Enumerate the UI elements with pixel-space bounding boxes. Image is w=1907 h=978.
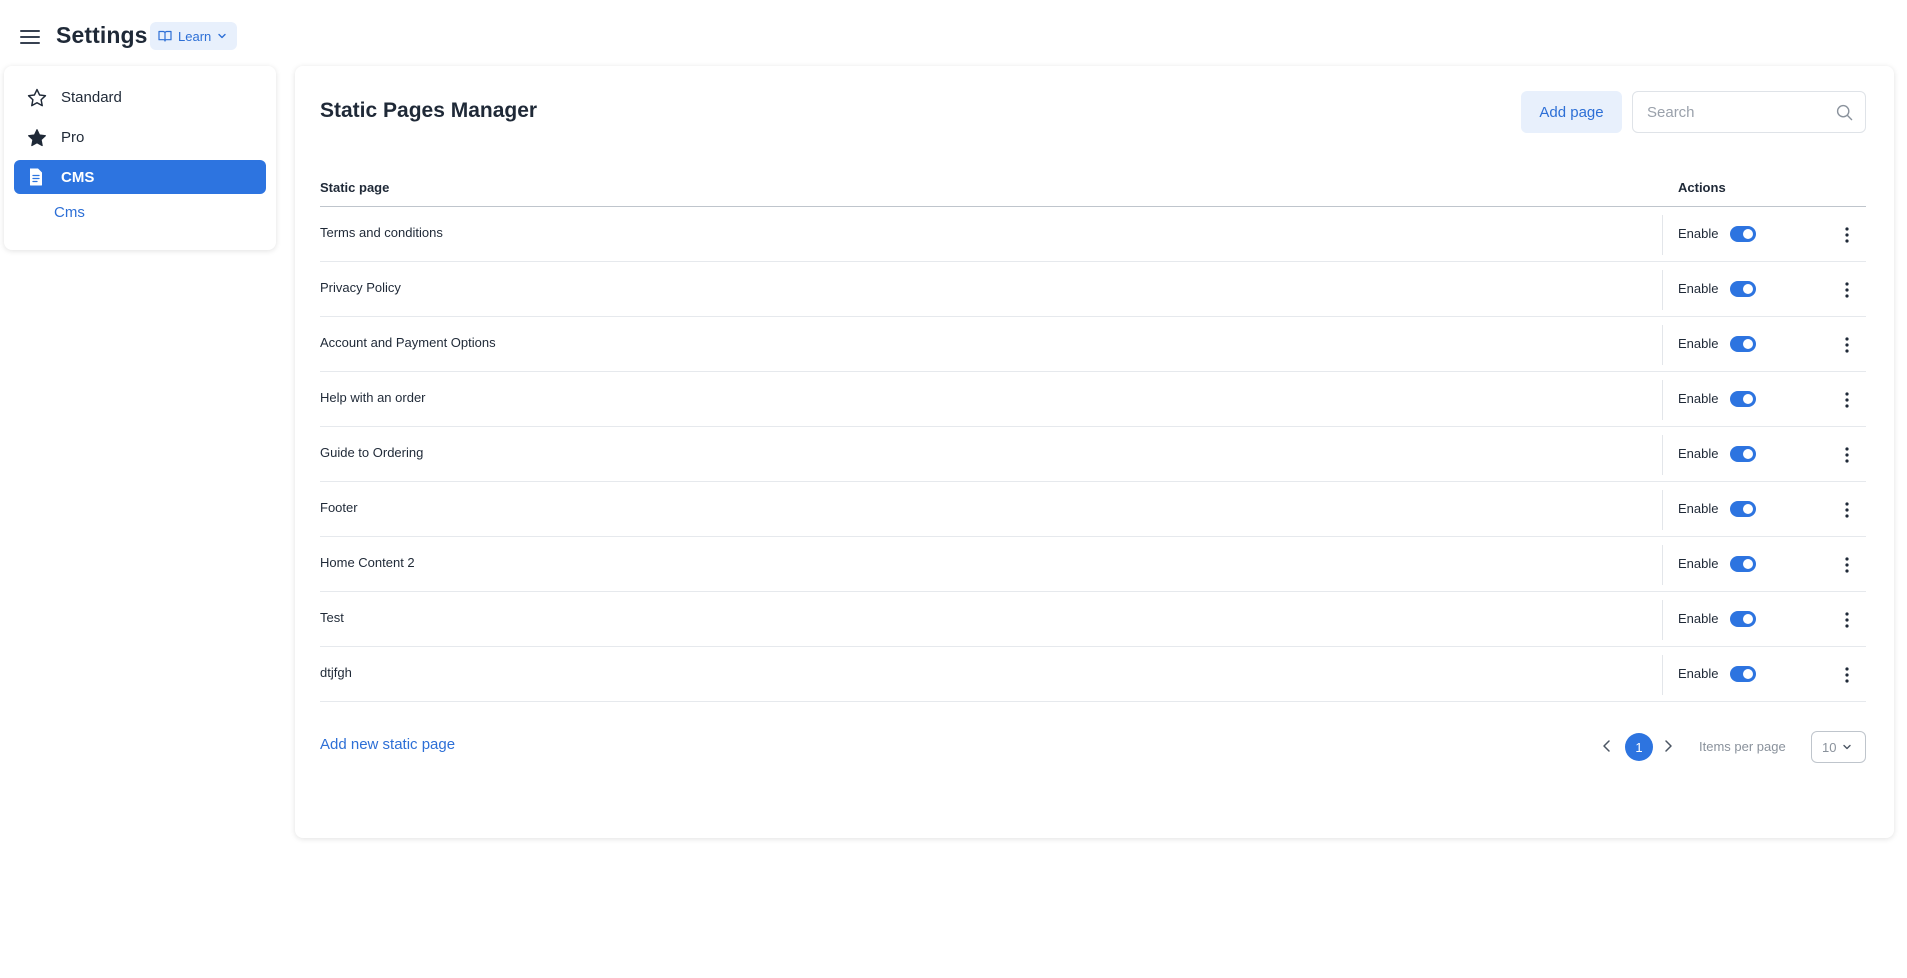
- enable-label: Enable: [1678, 281, 1719, 296]
- document-icon: [26, 167, 46, 187]
- enable-toggle[interactable]: [1730, 666, 1756, 682]
- learn-dropdown[interactable]: Learn: [150, 22, 238, 50]
- enable-toggle[interactable]: [1730, 446, 1756, 462]
- page-title: Settings: [56, 22, 148, 48]
- sidebar-item-label: Pro: [61, 128, 85, 146]
- table-row: Terms and conditions Enable: [320, 207, 1866, 262]
- chevron-down-icon: [1842, 740, 1852, 755]
- items-per-page-label: Items per page: [1699, 739, 1786, 754]
- enable-label: Enable: [1678, 336, 1719, 351]
- add-new-static-page-link[interactable]: Add new static page: [320, 736, 455, 753]
- chevron-left-icon[interactable]: [1599, 738, 1615, 754]
- sidebar-subitem-cms[interactable]: Cms: [54, 204, 85, 221]
- table-row: Help with an order Enable: [320, 372, 1866, 427]
- column-divider: [1662, 655, 1663, 695]
- search-box: [1632, 91, 1866, 133]
- static-page-name[interactable]: Privacy Policy: [320, 280, 401, 295]
- more-vertical-icon[interactable]: [1839, 390, 1855, 410]
- enable-label: Enable: [1678, 226, 1719, 241]
- sidebar: Standard Pro CMS Cms: [4, 66, 276, 250]
- chevron-right-icon[interactable]: [1660, 738, 1676, 754]
- more-vertical-icon[interactable]: [1839, 225, 1855, 245]
- static-page-name[interactable]: dtjfgh: [320, 665, 352, 680]
- pagination-page-button[interactable]: 1: [1625, 733, 1653, 761]
- enable-label: Enable: [1678, 666, 1719, 681]
- column-divider: [1662, 270, 1663, 310]
- sidebar-item-label: Standard: [61, 88, 122, 106]
- enable-toggle[interactable]: [1730, 501, 1756, 517]
- top-bar: Settings Learn: [0, 0, 1907, 70]
- sidebar-item-standard[interactable]: Standard: [14, 80, 266, 114]
- enable-toggle[interactable]: [1730, 391, 1756, 407]
- learn-label: Learn: [178, 28, 212, 44]
- table-row: dtjfgh Enable: [320, 647, 1866, 702]
- table-row: Account and Payment Options Enable: [320, 317, 1866, 372]
- static-page-name[interactable]: Account and Payment Options: [320, 335, 496, 350]
- enable-toggle[interactable]: [1730, 281, 1756, 297]
- column-divider: [1662, 380, 1663, 420]
- sidebar-item-cms[interactable]: CMS: [14, 160, 266, 194]
- enable-toggle[interactable]: [1730, 611, 1756, 627]
- table-row: Footer Enable: [320, 482, 1866, 537]
- more-vertical-icon[interactable]: [1839, 610, 1855, 630]
- column-divider: [1662, 545, 1663, 585]
- table-row: Privacy Policy Enable: [320, 262, 1866, 317]
- table-row: Test Enable: [320, 592, 1866, 647]
- column-divider: [1662, 490, 1663, 530]
- table-row: Home Content 2 Enable: [320, 537, 1866, 592]
- column-header-static-page: Static page: [320, 180, 390, 195]
- search-icon[interactable]: [1836, 104, 1853, 126]
- sidebar-item-pro[interactable]: Pro: [14, 120, 266, 154]
- static-page-name[interactable]: Test: [320, 610, 344, 625]
- more-vertical-icon[interactable]: [1839, 665, 1855, 685]
- star-filled-icon: [26, 127, 46, 147]
- more-vertical-icon[interactable]: [1839, 555, 1855, 575]
- more-vertical-icon[interactable]: [1839, 280, 1855, 300]
- static-page-name[interactable]: Footer: [320, 500, 358, 515]
- column-divider: [1662, 435, 1663, 475]
- book-icon: [158, 30, 172, 42]
- menu-icon[interactable]: [19, 26, 41, 48]
- sidebar-item-label: CMS: [61, 168, 95, 186]
- static-page-name[interactable]: Guide to Ordering: [320, 445, 423, 460]
- enable-label: Enable: [1678, 611, 1719, 626]
- more-vertical-icon[interactable]: [1839, 445, 1855, 465]
- column-divider: [1662, 215, 1663, 255]
- static-page-name[interactable]: Help with an order: [320, 390, 426, 405]
- static-page-name[interactable]: Terms and conditions: [320, 225, 443, 240]
- enable-label: Enable: [1678, 501, 1719, 516]
- enable-toggle[interactable]: [1730, 336, 1756, 352]
- section-title: Static Pages Manager: [320, 99, 538, 122]
- static-page-name[interactable]: Home Content 2: [320, 555, 415, 570]
- enable-label: Enable: [1678, 446, 1719, 461]
- static-pages-table: Terms and conditions Enable Privacy Poli…: [320, 207, 1866, 702]
- enable-toggle[interactable]: [1730, 556, 1756, 572]
- enable-label: Enable: [1678, 391, 1719, 406]
- column-divider: [1662, 600, 1663, 640]
- table-row: Guide to Ordering Enable: [320, 427, 1866, 482]
- column-divider: [1662, 325, 1663, 365]
- star-outline-icon: [26, 87, 47, 107]
- search-input[interactable]: [1647, 92, 1827, 132]
- items-per-page-value: 10: [1822, 739, 1837, 755]
- enable-toggle[interactable]: [1730, 226, 1756, 242]
- more-vertical-icon[interactable]: [1839, 500, 1855, 520]
- column-header-actions: Actions: [1678, 180, 1726, 195]
- static-pages-card: Static Pages Manager Add page Static pag…: [295, 66, 1894, 838]
- more-vertical-icon[interactable]: [1839, 335, 1855, 355]
- chevron-down-icon: [217, 31, 227, 41]
- enable-label: Enable: [1678, 556, 1719, 571]
- add-page-button[interactable]: Add page: [1521, 91, 1622, 133]
- items-per-page-select[interactable]: 10: [1811, 731, 1866, 763]
